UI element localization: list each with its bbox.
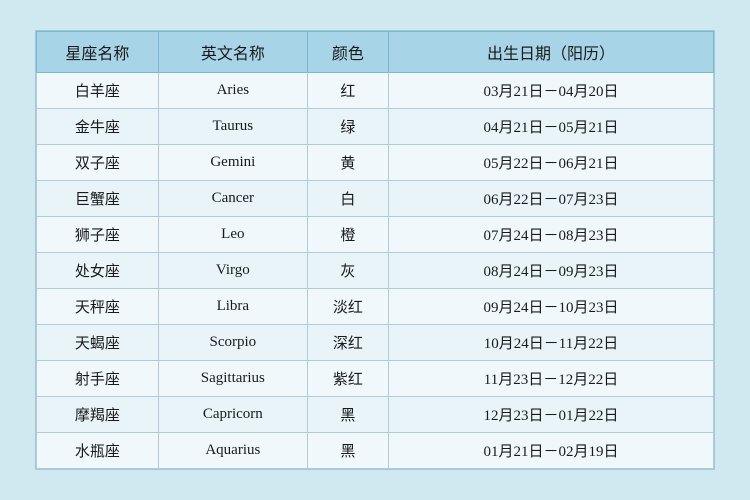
table-row: 天蝎座Scorpio深红10月24日－11月22日 xyxy=(37,325,714,361)
cell-date-4: 07月24日－08月23日 xyxy=(389,217,714,253)
table-row: 白羊座Aries红03月21日－04月20日 xyxy=(37,73,714,109)
header-color: 颜色 xyxy=(307,32,388,73)
cell-color-5: 灰 xyxy=(307,253,388,289)
table-row: 巨蟹座Cancer白06月22日－07月23日 xyxy=(37,181,714,217)
table-row: 双子座Gemini黄05月22日－06月21日 xyxy=(37,145,714,181)
cell-date-6: 09月24日－10月23日 xyxy=(389,289,714,325)
cell-color-10: 黑 xyxy=(307,433,388,469)
cell-chinese-9: 摩羯座 xyxy=(37,397,159,433)
cell-chinese-5: 处女座 xyxy=(37,253,159,289)
cell-color-2: 黄 xyxy=(307,145,388,181)
cell-chinese-0: 白羊座 xyxy=(37,73,159,109)
cell-date-7: 10月24日－11月22日 xyxy=(389,325,714,361)
cell-chinese-3: 巨蟹座 xyxy=(37,181,159,217)
table-row: 摩羯座Capricorn黑12月23日－01月22日 xyxy=(37,397,714,433)
cell-date-1: 04月21日－05月21日 xyxy=(389,109,714,145)
cell-english-2: Gemini xyxy=(158,145,307,181)
cell-english-1: Taurus xyxy=(158,109,307,145)
header-chinese: 星座名称 xyxy=(37,32,159,73)
cell-date-2: 05月22日－06月21日 xyxy=(389,145,714,181)
cell-english-10: Aquarius xyxy=(158,433,307,469)
cell-english-8: Sagittarius xyxy=(158,361,307,397)
table-row: 天秤座Libra淡红09月24日－10月23日 xyxy=(37,289,714,325)
cell-date-9: 12月23日－01月22日 xyxy=(389,397,714,433)
zodiac-table: 星座名称 英文名称 颜色 出生日期（阳历） 白羊座Aries红03月21日－04… xyxy=(36,31,714,469)
cell-chinese-2: 双子座 xyxy=(37,145,159,181)
cell-color-4: 橙 xyxy=(307,217,388,253)
cell-chinese-7: 天蝎座 xyxy=(37,325,159,361)
cell-date-10: 01月21日－02月19日 xyxy=(389,433,714,469)
cell-color-6: 淡红 xyxy=(307,289,388,325)
cell-english-3: Cancer xyxy=(158,181,307,217)
cell-english-4: Leo xyxy=(158,217,307,253)
cell-color-7: 深红 xyxy=(307,325,388,361)
table-header-row: 星座名称 英文名称 颜色 出生日期（阳历） xyxy=(37,32,714,73)
cell-date-5: 08月24日－09月23日 xyxy=(389,253,714,289)
cell-english-9: Capricorn xyxy=(158,397,307,433)
cell-chinese-1: 金牛座 xyxy=(37,109,159,145)
cell-color-3: 白 xyxy=(307,181,388,217)
table-row: 射手座Sagittarius紫红11月23日－12月22日 xyxy=(37,361,714,397)
header-date: 出生日期（阳历） xyxy=(389,32,714,73)
header-english: 英文名称 xyxy=(158,32,307,73)
cell-color-0: 红 xyxy=(307,73,388,109)
cell-english-7: Scorpio xyxy=(158,325,307,361)
cell-english-6: Libra xyxy=(158,289,307,325)
cell-english-5: Virgo xyxy=(158,253,307,289)
cell-chinese-6: 天秤座 xyxy=(37,289,159,325)
zodiac-table-container: 星座名称 英文名称 颜色 出生日期（阳历） 白羊座Aries红03月21日－04… xyxy=(35,30,715,470)
cell-date-3: 06月22日－07月23日 xyxy=(389,181,714,217)
table-body: 白羊座Aries红03月21日－04月20日金牛座Taurus绿04月21日－0… xyxy=(37,73,714,469)
cell-color-1: 绿 xyxy=(307,109,388,145)
cell-color-8: 紫红 xyxy=(307,361,388,397)
table-row: 处女座Virgo灰08月24日－09月23日 xyxy=(37,253,714,289)
cell-date-8: 11月23日－12月22日 xyxy=(389,361,714,397)
cell-english-0: Aries xyxy=(158,73,307,109)
table-row: 狮子座Leo橙07月24日－08月23日 xyxy=(37,217,714,253)
table-row: 金牛座Taurus绿04月21日－05月21日 xyxy=(37,109,714,145)
table-row: 水瓶座Aquarius黑01月21日－02月19日 xyxy=(37,433,714,469)
cell-chinese-8: 射手座 xyxy=(37,361,159,397)
cell-color-9: 黑 xyxy=(307,397,388,433)
cell-chinese-10: 水瓶座 xyxy=(37,433,159,469)
cell-chinese-4: 狮子座 xyxy=(37,217,159,253)
cell-date-0: 03月21日－04月20日 xyxy=(389,73,714,109)
